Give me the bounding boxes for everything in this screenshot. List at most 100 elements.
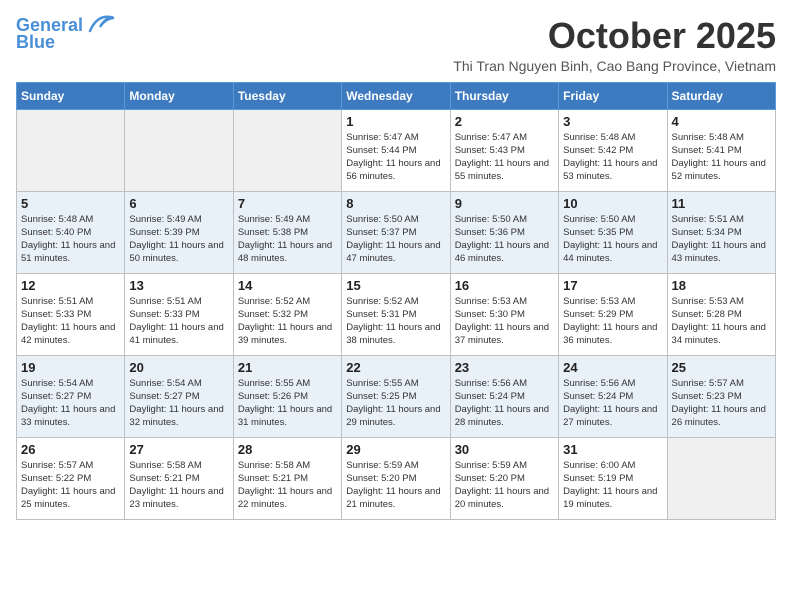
- calendar-cell: [667, 437, 775, 519]
- day-header-wednesday: Wednesday: [342, 82, 450, 109]
- day-number: 20: [129, 360, 228, 375]
- calendar-cell: 9Sunrise: 5:50 AM Sunset: 5:36 PM Daylig…: [450, 191, 558, 273]
- calendar-cell: 1 Sunrise: 5:47 AM Sunset: 5:44 PM Daylig…: [342, 109, 450, 191]
- day-detail: Sunrise: 5:59 AM Sunset: 5:20 PM Dayligh…: [455, 459, 554, 512]
- day-detail: Sunrise: 5:54 AM Sunset: 5:27 PM Dayligh…: [21, 377, 120, 430]
- day-detail: Sunrise: 5:47 AM Sunset: 5:44 PM Dayligh…: [346, 131, 445, 184]
- day-detail: Sunrise: 5:51 AM Sunset: 5:33 PM Dayligh…: [129, 295, 228, 348]
- location-subtitle: Thi Tran Nguyen Binh, Cao Bang Province,…: [135, 58, 776, 74]
- day-number: 26: [21, 442, 120, 457]
- day-detail: Sunrise: 5:48 AM Sunset: 5:42 PM Dayligh…: [563, 131, 662, 184]
- day-number: 1: [346, 114, 445, 129]
- day-detail: Sunrise: 5:50 AM Sunset: 5:37 PM Dayligh…: [346, 213, 445, 266]
- day-header-saturday: Saturday: [667, 82, 775, 109]
- calendar-cell: 2 Sunrise: 5:47 AM Sunset: 5:43 PM Daylig…: [450, 109, 558, 191]
- day-number: 30: [455, 442, 554, 457]
- logo: General Blue: [16, 16, 115, 53]
- day-header-tuesday: Tuesday: [233, 82, 341, 109]
- day-number: 18: [672, 278, 771, 293]
- day-number: 21: [238, 360, 337, 375]
- calendar-cell: 25Sunrise: 5:57 AM Sunset: 5:23 PM Dayli…: [667, 355, 775, 437]
- day-detail: Sunrise: 5:51 AM Sunset: 5:34 PM Dayligh…: [672, 213, 771, 266]
- day-detail: Sunrise: 5:50 AM Sunset: 5:35 PM Dayligh…: [563, 213, 662, 266]
- logo-bird-icon: [85, 13, 115, 35]
- calendar-cell: 14Sunrise: 5:52 AM Sunset: 5:32 PM Dayli…: [233, 273, 341, 355]
- day-detail: Sunrise: 5:57 AM Sunset: 5:22 PM Dayligh…: [21, 459, 120, 512]
- calendar-cell: 21 Sunrise: 5:55 AM Sunset: 5:26 PM Dayli…: [233, 355, 341, 437]
- day-header-monday: Monday: [125, 82, 233, 109]
- day-number: 19: [21, 360, 120, 375]
- calendar-cell: 13 Sunrise: 5:51 AM Sunset: 5:33 PM Dayli…: [125, 273, 233, 355]
- calendar-cell: 28Sunrise: 5:58 AM Sunset: 5:21 PM Dayli…: [233, 437, 341, 519]
- day-number: 11: [672, 196, 771, 211]
- calendar-cell: 29 Sunrise: 5:59 AM Sunset: 5:20 PM Dayli…: [342, 437, 450, 519]
- day-number: 27: [129, 442, 228, 457]
- calendar-cell: 12 Sunrise: 5:51 AM Sunset: 5:33 PM Dayli…: [17, 273, 125, 355]
- day-number: 5: [21, 196, 120, 211]
- day-number: 13: [129, 278, 228, 293]
- week-row-2: 5 Sunrise: 5:48 AM Sunset: 5:40 PM Daylig…: [17, 191, 776, 273]
- day-detail: Sunrise: 5:48 AM Sunset: 5:40 PM Dayligh…: [21, 213, 120, 266]
- calendar-cell: 16Sunrise: 5:53 AM Sunset: 5:30 PM Dayli…: [450, 273, 558, 355]
- day-detail: Sunrise: 5:56 AM Sunset: 5:24 PM Dayligh…: [563, 377, 662, 430]
- day-number: 2: [455, 114, 554, 129]
- day-detail: Sunrise: 5:47 AM Sunset: 5:43 PM Dayligh…: [455, 131, 554, 184]
- day-number: 31: [563, 442, 662, 457]
- day-detail: Sunrise: 5:55 AM Sunset: 5:25 PM Dayligh…: [346, 377, 445, 430]
- day-header-sunday: Sunday: [17, 82, 125, 109]
- day-detail: Sunrise: 5:55 AM Sunset: 5:26 PM Dayligh…: [238, 377, 337, 430]
- day-detail: Sunrise: 5:48 AM Sunset: 5:41 PM Dayligh…: [672, 131, 771, 184]
- calendar-cell: 10 Sunrise: 5:50 AM Sunset: 5:35 PM Dayli…: [559, 191, 667, 273]
- day-detail: Sunrise: 5:50 AM Sunset: 5:36 PM Dayligh…: [455, 213, 554, 266]
- calendar-cell: 17 Sunrise: 5:53 AM Sunset: 5:29 PM Dayli…: [559, 273, 667, 355]
- day-detail: Sunrise: 5:58 AM Sunset: 5:21 PM Dayligh…: [238, 459, 337, 512]
- day-number: 12: [21, 278, 120, 293]
- page-header: General Blue October 2025 Thi Tran Nguye…: [16, 16, 776, 74]
- calendar-cell: 8Sunrise: 5:50 AM Sunset: 5:37 PM Daylig…: [342, 191, 450, 273]
- calendar-cell: 15 Sunrise: 5:52 AM Sunset: 5:31 PM Dayli…: [342, 273, 450, 355]
- days-header-row: SundayMondayTuesdayWednesdayThursdayFrid…: [17, 82, 776, 109]
- day-number: 4: [672, 114, 771, 129]
- calendar-cell: 31 Sunrise: 6:00 AM Sunset: 5:19 PM Dayli…: [559, 437, 667, 519]
- day-detail: Sunrise: 5:53 AM Sunset: 5:30 PM Dayligh…: [455, 295, 554, 348]
- day-number: 24: [563, 360, 662, 375]
- day-detail: Sunrise: 5:53 AM Sunset: 5:29 PM Dayligh…: [563, 295, 662, 348]
- calendar-cell: 22Sunrise: 5:55 AM Sunset: 5:25 PM Dayli…: [342, 355, 450, 437]
- day-number: 17: [563, 278, 662, 293]
- day-detail: Sunrise: 5:49 AM Sunset: 5:39 PM Dayligh…: [129, 213, 228, 266]
- calendar-cell: 20Sunrise: 5:54 AM Sunset: 5:27 PM Dayli…: [125, 355, 233, 437]
- week-row-3: 12 Sunrise: 5:51 AM Sunset: 5:33 PM Dayli…: [17, 273, 776, 355]
- calendar-cell: 24 Sunrise: 5:56 AM Sunset: 5:24 PM Dayli…: [559, 355, 667, 437]
- calendar-table: SundayMondayTuesdayWednesdayThursdayFrid…: [16, 82, 776, 520]
- calendar-cell: 30 Sunrise: 5:59 AM Sunset: 5:20 PM Dayli…: [450, 437, 558, 519]
- day-number: 10: [563, 196, 662, 211]
- day-number: 15: [346, 278, 445, 293]
- day-number: 14: [238, 278, 337, 293]
- calendar-cell: 6 Sunrise: 5:49 AM Sunset: 5:39 PM Daylig…: [125, 191, 233, 273]
- calendar-cell: 19 Sunrise: 5:54 AM Sunset: 5:27 PM Dayli…: [17, 355, 125, 437]
- day-number: 3: [563, 114, 662, 129]
- calendar-cell: 26 Sunrise: 5:57 AM Sunset: 5:22 PM Dayli…: [17, 437, 125, 519]
- day-detail: Sunrise: 5:49 AM Sunset: 5:38 PM Dayligh…: [238, 213, 337, 266]
- week-row-4: 19 Sunrise: 5:54 AM Sunset: 5:27 PM Dayli…: [17, 355, 776, 437]
- day-header-thursday: Thursday: [450, 82, 558, 109]
- day-detail: Sunrise: 6:00 AM Sunset: 5:19 PM Dayligh…: [563, 459, 662, 512]
- week-row-5: 26 Sunrise: 5:57 AM Sunset: 5:22 PM Dayli…: [17, 437, 776, 519]
- day-detail: Sunrise: 5:53 AM Sunset: 5:28 PM Dayligh…: [672, 295, 771, 348]
- calendar-cell: 3 Sunrise: 5:48 AM Sunset: 5:42 PM Daylig…: [559, 109, 667, 191]
- day-number: 29: [346, 442, 445, 457]
- calendar-cell: 7 Sunrise: 5:49 AM Sunset: 5:38 PM Daylig…: [233, 191, 341, 273]
- calendar-cell: [233, 109, 341, 191]
- day-number: 25: [672, 360, 771, 375]
- day-detail: Sunrise: 5:56 AM Sunset: 5:24 PM Dayligh…: [455, 377, 554, 430]
- day-detail: Sunrise: 5:52 AM Sunset: 5:31 PM Dayligh…: [346, 295, 445, 348]
- logo-blue: Blue: [16, 32, 55, 53]
- day-number: 6: [129, 196, 228, 211]
- calendar-cell: [17, 109, 125, 191]
- day-number: 7: [238, 196, 337, 211]
- day-detail: Sunrise: 5:59 AM Sunset: 5:20 PM Dayligh…: [346, 459, 445, 512]
- title-block: October 2025 Thi Tran Nguyen Binh, Cao B…: [115, 16, 776, 74]
- calendar-cell: 23Sunrise: 5:56 AM Sunset: 5:24 PM Dayli…: [450, 355, 558, 437]
- calendar-cell: [125, 109, 233, 191]
- day-detail: Sunrise: 5:51 AM Sunset: 5:33 PM Dayligh…: [21, 295, 120, 348]
